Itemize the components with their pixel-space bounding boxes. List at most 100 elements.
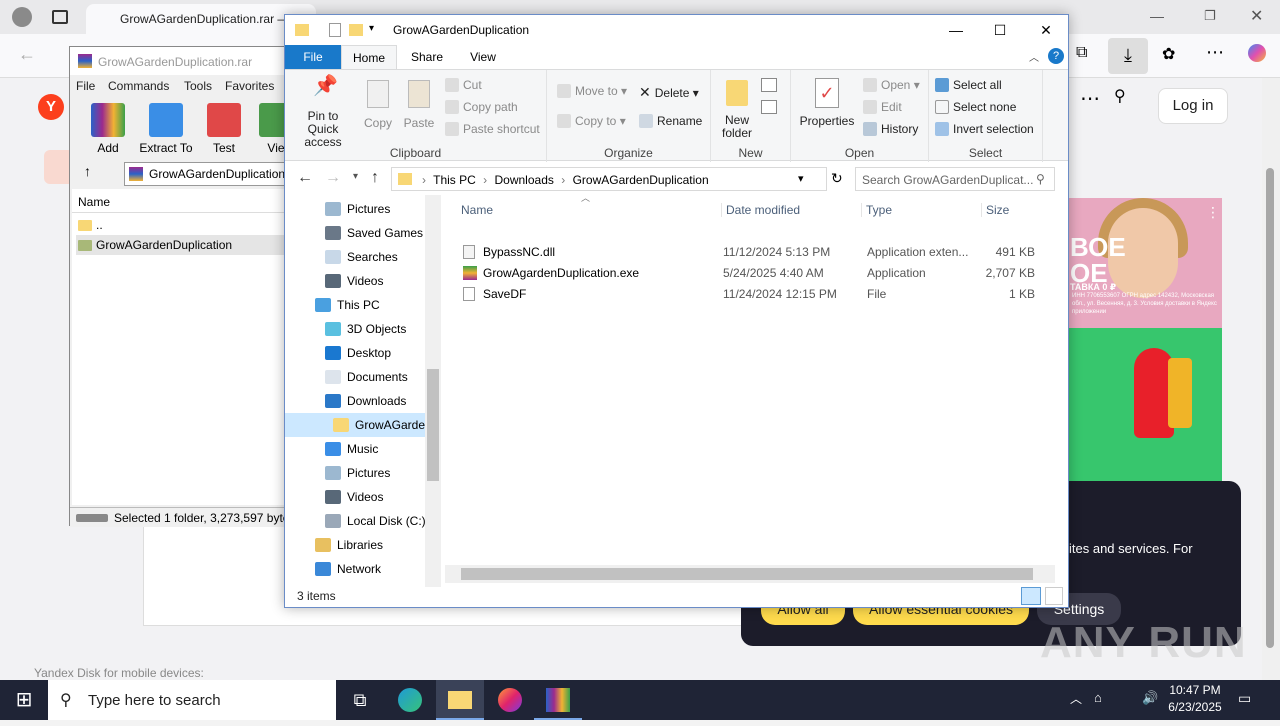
winrar-taskbar-icon[interactable] — [534, 680, 582, 720]
add-button[interactable]: Add — [78, 99, 138, 155]
easy-access-icon[interactable] — [761, 100, 777, 114]
nav-item-network[interactable]: Network — [315, 557, 381, 581]
column-type[interactable]: Type — [861, 203, 892, 217]
nav-item-local-disk[interactable]: Local Disk (C:) — [325, 509, 426, 533]
recent-locations-icon[interactable]: ▾ — [353, 171, 358, 182]
explorer-title-bar[interactable]: ▾ GrowAGardenDuplication — ☐ ✕ — [285, 15, 1068, 45]
extract-to-button[interactable]: Extract To — [136, 99, 196, 155]
close-button[interactable]: ✕ — [1023, 15, 1069, 45]
nav-item-saved-games[interactable]: Saved Games — [325, 221, 423, 245]
list-item[interactable]: GrowAGardenDuplication — [76, 235, 284, 255]
rename-button[interactable]: Rename — [639, 114, 702, 128]
notifications-icon[interactable]: ▭ — [1238, 690, 1251, 707]
pin-icon[interactable]: ⚲ — [1114, 86, 1126, 106]
file-explorer-icon[interactable] — [436, 680, 484, 720]
up-icon[interactable]: ↑ — [84, 163, 91, 179]
profile-icon[interactable] — [12, 7, 32, 27]
nav-item-3d-objects[interactable]: 3D Objects — [325, 317, 406, 341]
more-options-icon[interactable]: ⋯ — [1080, 86, 1100, 111]
breadcrumb-this-pc[interactable]: This PC — [433, 173, 476, 187]
nav-item-pictures-2[interactable]: Pictures — [325, 461, 390, 485]
list-item[interactable]: .. — [76, 215, 284, 235]
copy-path-button[interactable]: Copy path — [445, 100, 518, 114]
winrar-menu-tools[interactable]: Tools — [184, 79, 212, 93]
downloads-icon[interactable]: ⤓ — [1108, 38, 1148, 74]
tab-share[interactable]: Share — [399, 45, 455, 69]
copilot-icon[interactable] — [1248, 44, 1266, 62]
browser-tab[interactable]: GrowAGardenDuplication.rar — — [86, 4, 316, 34]
collections-icon[interactable]: ⧉ — [1076, 44, 1087, 62]
properties-button[interactable]: ✓ Properties — [799, 78, 855, 128]
clock[interactable]: 10:47 PM 6/23/2025 — [1160, 682, 1230, 716]
extensions-icon[interactable]: ✿ — [1162, 44, 1175, 64]
table-row[interactable]: BypassNC.dll 11/12/2024 5:13 PM Applicat… — [457, 241, 1057, 262]
open-button[interactable]: Open ▾ — [863, 78, 920, 92]
tab-actions-icon[interactable] — [52, 10, 68, 24]
nav-item-libraries[interactable]: Libraries — [315, 533, 383, 557]
winrar-menu-commands[interactable]: Commands — [108, 79, 169, 93]
forward-icon[interactable]: → — [325, 169, 341, 187]
table-row[interactable]: GrowAgardenDuplication.exe 5/24/2025 4:4… — [457, 262, 1057, 283]
tab-home[interactable]: Home — [341, 45, 397, 69]
paste-button[interactable]: Paste — [401, 80, 437, 130]
history-button[interactable]: History — [863, 122, 918, 136]
firefox-icon[interactable] — [486, 680, 534, 720]
back-icon[interactable]: ← — [18, 44, 36, 65]
advertisement-banner[interactable]: ВОЕ ОЕ ТАВКА 0 ₽ ИНН 7706553607 ОГРН адр… — [1068, 198, 1222, 482]
back-icon[interactable]: ← — [297, 169, 313, 187]
nav-item-desktop[interactable]: Desktop — [325, 341, 391, 365]
winrar-address-bar[interactable]: GrowAGardenDuplication — [124, 162, 286, 186]
refresh-icon[interactable]: ↻ — [831, 170, 843, 187]
up-icon[interactable]: ↑ — [371, 169, 379, 187]
browser-minimize-button[interactable]: — — [1150, 8, 1164, 24]
winrar-menu-file[interactable]: File — [76, 79, 95, 93]
new-item-icon[interactable] — [761, 78, 777, 92]
nav-item-downloads[interactable]: Downloads — [325, 389, 406, 413]
nav-item-music[interactable]: Music — [325, 437, 378, 461]
tab-file[interactable]: File — [285, 45, 341, 69]
cut-button[interactable]: Cut — [445, 78, 482, 92]
breadcrumb-downloads[interactable]: Downloads — [495, 173, 554, 187]
browser-restore-button[interactable]: ❐ — [1204, 8, 1216, 24]
delete-button[interactable]: ✕ Delete ▾ — [639, 84, 699, 101]
login-button[interactable]: Log in — [1158, 88, 1228, 124]
column-size[interactable]: Size — [981, 203, 1009, 217]
show-hidden-icons-icon[interactable]: ︿ — [1070, 690, 1082, 707]
address-dropdown-icon[interactable]: ▾ — [798, 172, 804, 185]
start-button[interactable]: ⊞ — [0, 680, 48, 720]
address-bar[interactable]: › This PC › Downloads › GrowAGardenDupli… — [391, 167, 827, 191]
navigation-scrollbar[interactable] — [425, 195, 441, 587]
nav-item-searches[interactable]: Searches — [325, 245, 398, 269]
ad-menu-icon[interactable]: ⋮ — [1206, 204, 1220, 221]
properties-quick-icon[interactable] — [329, 23, 341, 37]
task-view-icon[interactable]: ⧉ — [336, 680, 384, 720]
tab-view[interactable]: View — [455, 45, 511, 69]
select-all-button[interactable]: Select all — [935, 78, 1002, 92]
maximize-button[interactable]: ☐ — [977, 15, 1023, 45]
volume-tray-icon[interactable]: 🔊 — [1142, 690, 1158, 706]
column-name[interactable]: Name — [461, 203, 493, 217]
collapse-ribbon-icon[interactable]: ︿ — [1029, 49, 1039, 64]
new-folder-quick-icon[interactable] — [349, 24, 363, 36]
search-input[interactable]: Search GrowAGardenDuplicat... ⚲ — [855, 167, 1055, 191]
table-row[interactable]: SaveDF 11/24/2024 12:15 PM File 1 KB — [457, 283, 1057, 304]
browser-close-button[interactable]: ✕ — [1250, 6, 1263, 26]
yandex-logo-icon[interactable]: Y — [38, 94, 64, 120]
more-icon[interactable]: ⋯ — [1206, 42, 1224, 63]
nav-item-growagarden[interactable]: GrowAGarden — [285, 413, 441, 437]
copy-to-button[interactable]: Copy to ▾ — [557, 114, 626, 128]
new-folder-button[interactable]: New folder — [719, 80, 755, 140]
nav-item-videos-2[interactable]: Videos — [325, 485, 383, 509]
edge-icon[interactable] — [386, 680, 434, 720]
large-icons-view-icon[interactable] — [1045, 587, 1063, 605]
nav-item-documents[interactable]: Documents — [325, 365, 408, 389]
network-tray-icon[interactable]: ⌂ — [1094, 690, 1102, 705]
chevron-down-icon[interactable]: ▾ — [369, 23, 374, 34]
paste-shortcut-button[interactable]: Paste shortcut — [445, 122, 540, 136]
pin-quick-access-button[interactable]: 📌 Pin to Quick access — [291, 76, 355, 149]
winrar-column-name[interactable]: Name — [72, 189, 284, 213]
horizontal-scrollbar[interactable] — [445, 565, 1055, 583]
minimize-button[interactable]: — — [933, 15, 979, 45]
taskbar-search-input[interactable]: ⚲ Type here to search — [48, 680, 336, 720]
winrar-menu-favorites[interactable]: Favorites — [225, 79, 274, 93]
